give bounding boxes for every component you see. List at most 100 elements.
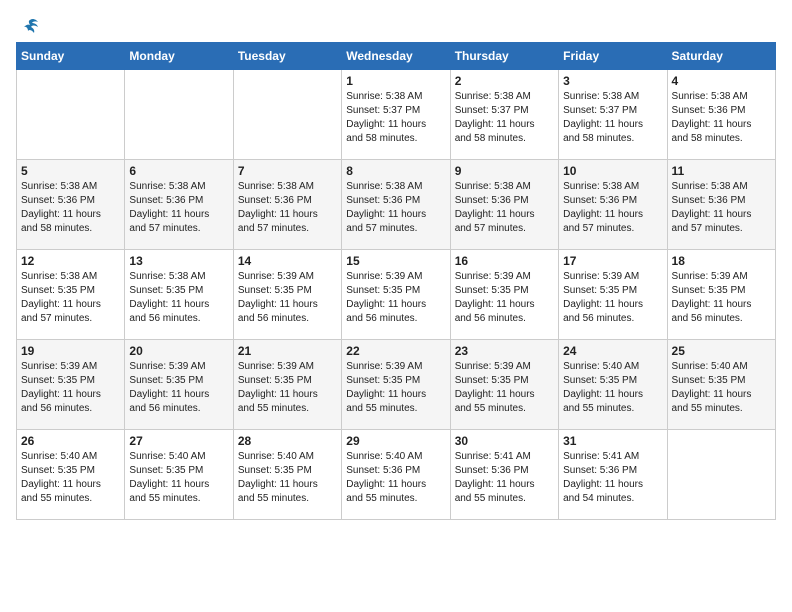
day-info: Sunrise: 5:40 AM Sunset: 5:35 PM Dayligh… [129, 450, 228, 506]
day-number: 6 [129, 164, 228, 178]
col-header-friday: Friday [559, 43, 667, 70]
calendar-cell: 30 Sunrise: 5:41 AM Sunset: 5:36 PM Dayli… [450, 430, 558, 520]
day-number: 1 [346, 74, 445, 88]
calendar-cell: 11 Sunrise: 5:38 AM Sunset: 5:36 PM Dayli… [667, 160, 775, 250]
calendar-cell: 13 Sunrise: 5:38 AM Sunset: 5:35 PM Dayli… [125, 250, 233, 340]
day-number: 11 [672, 164, 771, 178]
calendar-cell: 6 Sunrise: 5:38 AM Sunset: 5:36 PM Daylig… [125, 160, 233, 250]
day-number: 14 [238, 254, 337, 268]
day-info: Sunrise: 5:38 AM Sunset: 5:36 PM Dayligh… [563, 180, 662, 236]
day-info: Sunrise: 5:38 AM Sunset: 5:36 PM Dayligh… [129, 180, 228, 236]
day-info: Sunrise: 5:39 AM Sunset: 5:35 PM Dayligh… [346, 270, 445, 326]
day-info: Sunrise: 5:38 AM Sunset: 5:35 PM Dayligh… [21, 270, 120, 326]
calendar-cell: 16 Sunrise: 5:39 AM Sunset: 5:35 PM Dayli… [450, 250, 558, 340]
day-number: 7 [238, 164, 337, 178]
calendar-cell: 23 Sunrise: 5:39 AM Sunset: 5:35 PM Dayli… [450, 340, 558, 430]
day-info: Sunrise: 5:38 AM Sunset: 5:36 PM Dayligh… [672, 90, 771, 146]
day-info: Sunrise: 5:38 AM Sunset: 5:36 PM Dayligh… [346, 180, 445, 236]
day-info: Sunrise: 5:39 AM Sunset: 5:35 PM Dayligh… [238, 270, 337, 326]
logo [16, 16, 40, 34]
day-number: 8 [346, 164, 445, 178]
day-info: Sunrise: 5:40 AM Sunset: 5:36 PM Dayligh… [346, 450, 445, 506]
day-number: 31 [563, 434, 662, 448]
calendar-cell [125, 70, 233, 160]
day-number: 19 [21, 344, 120, 358]
calendar-cell: 9 Sunrise: 5:38 AM Sunset: 5:36 PM Daylig… [450, 160, 558, 250]
day-number: 10 [563, 164, 662, 178]
day-info: Sunrise: 5:38 AM Sunset: 5:36 PM Dayligh… [455, 180, 554, 236]
calendar-cell [667, 430, 775, 520]
calendar-cell: 15 Sunrise: 5:39 AM Sunset: 5:35 PM Dayli… [342, 250, 450, 340]
calendar-cell: 21Sunrise: 5:39 AM Sunset: 5:35 PM Dayli… [233, 340, 341, 430]
calendar-cell: 10 Sunrise: 5:38 AM Sunset: 5:36 PM Dayli… [559, 160, 667, 250]
calendar-cell: 20Sunrise: 5:39 AM Sunset: 5:35 PM Dayli… [125, 340, 233, 430]
calendar-cell: 24 Sunrise: 5:40 AM Sunset: 5:35 PM Dayli… [559, 340, 667, 430]
day-info: Sunrise: 5:40 AM Sunset: 5:35 PM Dayligh… [672, 360, 771, 416]
day-info: Sunrise: 5:41 AM Sunset: 5:36 PM Dayligh… [455, 450, 554, 506]
day-number: 28 [238, 434, 337, 448]
calendar-cell [17, 70, 125, 160]
day-info: Sunrise: 5:38 AM Sunset: 5:36 PM Dayligh… [21, 180, 120, 236]
calendar-table: SundayMondayTuesdayWednesdayThursdayFrid… [16, 42, 776, 520]
col-header-sunday: Sunday [17, 43, 125, 70]
col-header-saturday: Saturday [667, 43, 775, 70]
calendar-cell: 26 Sunrise: 5:40 AM Sunset: 5:35 PM Dayli… [17, 430, 125, 520]
day-info: Sunrise: 5:39 AM Sunset: 5:35 PM Dayligh… [455, 360, 554, 416]
calendar-cell: 27 Sunrise: 5:40 AM Sunset: 5:35 PM Dayli… [125, 430, 233, 520]
day-number: 9 [455, 164, 554, 178]
day-info: Sunrise: 5:39 AM Sunset: 5:35 PM Dayligh… [21, 360, 120, 416]
day-info: Sunrise: 5:40 AM Sunset: 5:35 PM Dayligh… [21, 450, 120, 506]
day-number: 15 [346, 254, 445, 268]
day-number: 23 [455, 344, 554, 358]
day-info: Sunrise: 5:38 AM Sunset: 5:37 PM Dayligh… [563, 90, 662, 146]
day-number: 30 [455, 434, 554, 448]
calendar-cell: 18Sunrise: 5:39 AM Sunset: 5:35 PM Dayli… [667, 250, 775, 340]
calendar-cell: 17 Sunrise: 5:39 AM Sunset: 5:35 PM Dayli… [559, 250, 667, 340]
day-number: 2 [455, 74, 554, 88]
calendar-cell: 7 Sunrise: 5:38 AM Sunset: 5:36 PM Daylig… [233, 160, 341, 250]
day-info: Sunrise: 5:38 AM Sunset: 5:37 PM Dayligh… [346, 90, 445, 146]
day-info: Sunrise: 5:39 AM Sunset: 5:35 PM Dayligh… [455, 270, 554, 326]
calendar-cell: 22 Sunrise: 5:39 AM Sunset: 5:35 PM Dayli… [342, 340, 450, 430]
calendar-cell: 1 Sunrise: 5:38 AM Sunset: 5:37 PM Daylig… [342, 70, 450, 160]
day-number: 21 [238, 344, 337, 358]
day-number: 3 [563, 74, 662, 88]
day-number: 4 [672, 74, 771, 88]
calendar-cell: 8 Sunrise: 5:38 AM Sunset: 5:36 PM Daylig… [342, 160, 450, 250]
col-header-wednesday: Wednesday [342, 43, 450, 70]
calendar-cell: 3 Sunrise: 5:38 AM Sunset: 5:37 PM Daylig… [559, 70, 667, 160]
day-number: 16 [455, 254, 554, 268]
day-info: Sunrise: 5:39 AM Sunset: 5:35 PM Dayligh… [129, 360, 228, 416]
day-number: 24 [563, 344, 662, 358]
day-info: Sunrise: 5:41 AM Sunset: 5:36 PM Dayligh… [563, 450, 662, 506]
day-number: 22 [346, 344, 445, 358]
col-header-monday: Monday [125, 43, 233, 70]
day-number: 12 [21, 254, 120, 268]
calendar-cell [233, 70, 341, 160]
day-info: Sunrise: 5:38 AM Sunset: 5:36 PM Dayligh… [238, 180, 337, 236]
calendar-cell: 14 Sunrise: 5:39 AM Sunset: 5:35 PM Dayli… [233, 250, 341, 340]
calendar-cell: 12 Sunrise: 5:38 AM Sunset: 5:35 PM Dayli… [17, 250, 125, 340]
calendar-cell: 19 Sunrise: 5:39 AM Sunset: 5:35 PM Dayli… [17, 340, 125, 430]
day-info: Sunrise: 5:38 AM Sunset: 5:36 PM Dayligh… [672, 180, 771, 236]
day-info: Sunrise: 5:39 AM Sunset: 5:35 PM Dayligh… [346, 360, 445, 416]
day-info: Sunrise: 5:40 AM Sunset: 5:35 PM Dayligh… [563, 360, 662, 416]
day-info: Sunrise: 5:39 AM Sunset: 5:35 PM Dayligh… [563, 270, 662, 326]
col-header-thursday: Thursday [450, 43, 558, 70]
calendar-cell: 5 Sunrise: 5:38 AM Sunset: 5:36 PM Daylig… [17, 160, 125, 250]
day-number: 17 [563, 254, 662, 268]
day-number: 13 [129, 254, 228, 268]
day-info: Sunrise: 5:38 AM Sunset: 5:35 PM Dayligh… [129, 270, 228, 326]
calendar-cell: 2 Sunrise: 5:38 AM Sunset: 5:37 PM Daylig… [450, 70, 558, 160]
day-number: 26 [21, 434, 120, 448]
day-info: Sunrise: 5:38 AM Sunset: 5:37 PM Dayligh… [455, 90, 554, 146]
day-number: 5 [21, 164, 120, 178]
day-number: 25 [672, 344, 771, 358]
calendar-cell: 31 Sunrise: 5:41 AM Sunset: 5:36 PM Dayli… [559, 430, 667, 520]
col-header-tuesday: Tuesday [233, 43, 341, 70]
day-number: 29 [346, 434, 445, 448]
calendar-cell: 4 Sunrise: 5:38 AM Sunset: 5:36 PM Daylig… [667, 70, 775, 160]
calendar-cell: 29 Sunrise: 5:40 AM Sunset: 5:36 PM Dayli… [342, 430, 450, 520]
day-info: Sunrise: 5:39 AM Sunset: 5:35 PM Dayligh… [672, 270, 771, 326]
day-number: 27 [129, 434, 228, 448]
